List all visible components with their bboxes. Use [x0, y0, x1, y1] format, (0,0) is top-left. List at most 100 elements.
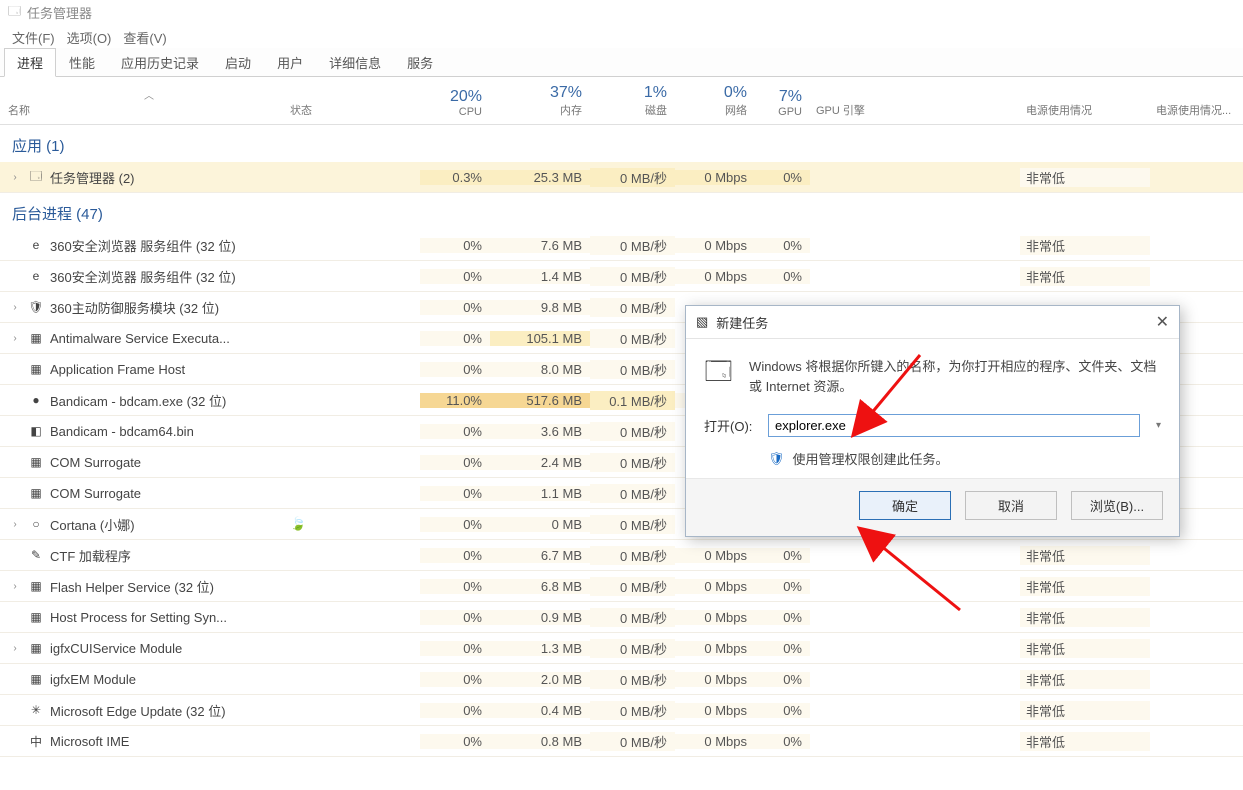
open-dropdown-icon[interactable]: ▾	[1150, 420, 1161, 431]
process-name-cell: ›▦igfxCUIService Module	[0, 640, 290, 656]
cpu-cell: 0%	[420, 331, 490, 346]
header-name-label: 名称	[8, 102, 290, 118]
process-name: Bandicam - bdcam.exe (32 位)	[50, 391, 226, 410]
process-icon: e	[28, 237, 44, 253]
process-name: COM Surrogate	[50, 455, 141, 470]
header-network[interactable]: 0% 网络	[675, 84, 755, 124]
tab-processes[interactable]: 进程	[4, 48, 56, 77]
process-icon: ◧	[28, 423, 44, 439]
net-cell: 0 Mbps	[675, 610, 755, 625]
header-memory[interactable]: 37% 内存	[490, 84, 590, 124]
column-headers: ︿ 名称 状态 20% CPU 37% 内存 1% 磁盘 0% 网络 7% GP…	[0, 77, 1243, 125]
tab-users[interactable]: 用户	[264, 48, 316, 76]
table-row[interactable]: ›▦Flash Helper Service (32 位)0%6.8 MB0 M…	[0, 571, 1243, 602]
table-row[interactable]: ›🗔任务管理器 (2)0.3%25.3 MB0 MB/秒0 Mbps0%非常低	[0, 162, 1243, 193]
net-cell: 0 Mbps	[675, 548, 755, 563]
header-power-label: 电源使用情况	[1026, 102, 1150, 118]
net-cell: 0 Mbps	[675, 579, 755, 594]
expander-icon[interactable]: ›	[8, 643, 22, 654]
table-row[interactable]: 中Microsoft IME0%0.8 MB0 MB/秒0 Mbps0%非常低	[0, 726, 1243, 757]
run-dialog-icon: ▧	[696, 314, 708, 330]
table-row[interactable]: e360安全浏览器 服务组件 (32 位)0%1.4 MB0 MB/秒0 Mbp…	[0, 261, 1243, 292]
process-name: 360安全浏览器 服务组件 (32 位)	[50, 267, 236, 286]
expander-icon[interactable]: ›	[8, 172, 22, 183]
process-name-cell: ▦COM Surrogate	[0, 454, 290, 470]
tab-performance[interactable]: 性能	[56, 48, 108, 76]
process-icon: 中	[28, 733, 44, 749]
expander-icon[interactable]: ›	[8, 519, 22, 530]
disk-cell: 0.1 MB/秒	[590, 391, 675, 410]
menu-bar: 文件(F) 选项(O) 查看(V)	[0, 24, 1243, 48]
table-row[interactable]: ▦Host Process for Setting Syn...0%0.9 MB…	[0, 602, 1243, 633]
cpu-cell: 0%	[420, 703, 490, 718]
browse-button[interactable]: 浏览(B)...	[1071, 491, 1163, 520]
table-row[interactable]: ✳ Microsoft Edge Update (32 位) 0%0.4 MB 0 M…	[0, 695, 1243, 726]
table-row[interactable]: ›▦igfxCUIService Module0%1.3 MB0 MB/秒0 M…	[0, 633, 1243, 664]
process-name: Application Frame Host	[50, 362, 185, 377]
expander-icon[interactable]: ›	[8, 581, 22, 592]
group-header[interactable]: 后台进程 (47)	[0, 193, 1243, 230]
tab-startup[interactable]: 启动	[212, 48, 264, 76]
process-name: Microsoft Edge Update (32 位)	[50, 701, 226, 720]
expander-icon[interactable]: ›	[8, 333, 22, 344]
disk-cell: 0 MB/秒	[590, 577, 675, 596]
process-icon: 🛡	[28, 299, 44, 315]
mem-cell: 0.4 MB	[490, 703, 590, 718]
header-power-trend[interactable]: 电源使用情况...	[1150, 102, 1243, 124]
disk-cell: 0 MB/秒	[590, 360, 675, 379]
run-icon: 🗔	[704, 357, 733, 393]
process-name-cell: ▦Application Frame Host	[0, 361, 290, 377]
table-row[interactable]: e360安全浏览器 服务组件 (32 位)0%7.6 MB0 MB/秒0 Mbp…	[0, 230, 1243, 261]
process-name-cell: ›▦Antimalware Service Executa...	[0, 330, 290, 346]
net-cell: 0 Mbps	[675, 238, 755, 253]
process-name: igfxCUIService Module	[50, 641, 182, 656]
process-name-cell: e 360安全浏览器 服务组件 (32 位)	[0, 236, 290, 255]
ok-button[interactable]: 确定	[859, 491, 951, 520]
tab-bar: 进程 性能 应用历史记录 启动 用户 详细信息 服务	[0, 48, 1243, 77]
power-cell: 非常低	[1020, 732, 1150, 751]
tab-services[interactable]: 服务	[394, 48, 446, 76]
net-cell: 0 Mbps	[675, 269, 755, 284]
header-mem-label: 内存	[490, 102, 582, 118]
process-name: Flash Helper Service (32 位)	[50, 577, 214, 596]
net-cell: 0 Mbps	[675, 641, 755, 656]
gpu-cell: 0%	[755, 238, 810, 253]
process-name-cell: ▦Host Process for Setting Syn...	[0, 609, 290, 625]
header-cpu[interactable]: 20% CPU	[420, 88, 490, 124]
cpu-cell: 0%	[420, 579, 490, 594]
table-row[interactable]: ▦igfxEM Module0%2.0 MB0 MB/秒0 Mbps0%非常低	[0, 664, 1243, 695]
header-name[interactable]: ︿ 名称	[0, 85, 290, 124]
open-input[interactable]	[768, 414, 1140, 437]
process-icon: ✳	[28, 702, 44, 718]
cpu-cell: 0%	[420, 486, 490, 501]
cancel-button[interactable]: 取消	[965, 491, 1057, 520]
menu-view[interactable]: 查看(V)	[119, 26, 170, 46]
gpu-cell: 0%	[755, 610, 810, 625]
table-row[interactable]: ✎CTF 加载程序0%6.7 MB0 MB/秒0 Mbps0%非常低	[0, 540, 1243, 571]
process-name-cell: ✎CTF 加载程序	[0, 546, 290, 565]
power-cell: 非常低	[1020, 236, 1150, 255]
mem-cell: 2.4 MB	[490, 455, 590, 470]
gpu-cell: 0%	[755, 672, 810, 687]
header-gpu[interactable]: 7% GPU	[755, 88, 810, 124]
net-cell: 0 Mbps	[675, 734, 755, 749]
tab-details[interactable]: 详细信息	[316, 48, 394, 76]
dialog-close-button[interactable]: ✕	[1156, 312, 1169, 332]
net-cell: 0 Mbps	[675, 703, 755, 718]
mem-cell: 1.1 MB	[490, 486, 590, 501]
header-status[interactable]: 状态	[290, 102, 420, 124]
dialog-titlebar[interactable]: ▧ 新建任务 ✕	[686, 306, 1179, 339]
header-power[interactable]: 电源使用情况	[1020, 102, 1150, 124]
tab-app-history[interactable]: 应用历史记录	[108, 48, 212, 76]
menu-file[interactable]: 文件(F)	[8, 26, 59, 46]
power-cell: 非常低	[1020, 168, 1150, 187]
title-bar: 🗔 任务管理器	[0, 0, 1243, 24]
header-disk[interactable]: 1% 磁盘	[590, 84, 675, 124]
cpu-cell: 0%	[420, 734, 490, 749]
header-gpu-engine[interactable]: GPU 引擎	[810, 102, 1020, 124]
menu-options[interactable]: 选项(O)	[63, 26, 116, 46]
group-header[interactable]: 应用 (1)	[0, 125, 1243, 162]
gpu-cell: 0%	[755, 170, 810, 185]
expander-icon[interactable]: ›	[8, 302, 22, 313]
process-name: 360安全浏览器 服务组件 (32 位)	[50, 236, 236, 255]
